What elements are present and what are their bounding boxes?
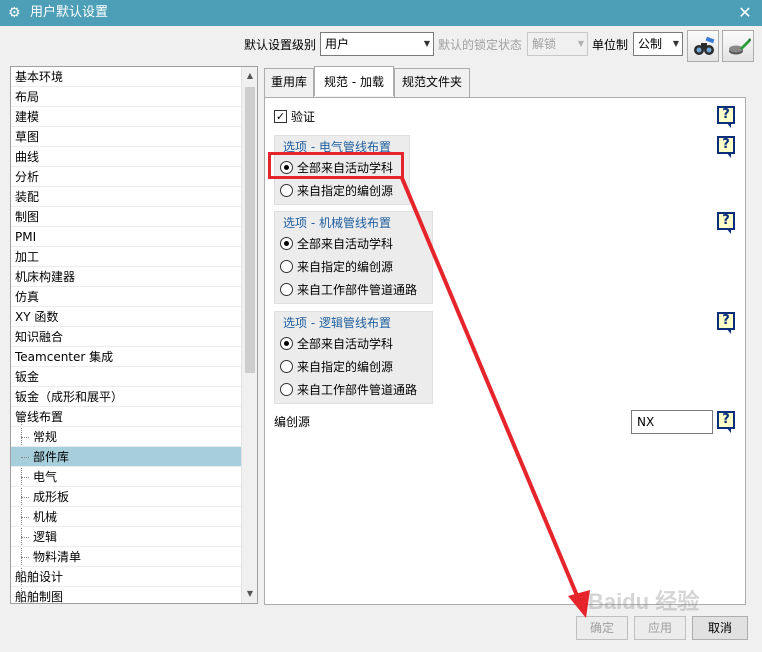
tree-item-sheet-metal[interactable]: 钣金 <box>11 367 241 387</box>
category-tree[interactable]: 基本环境 布局 建模 草图 曲线 分析 装配 制图 PMI 加工 机床构建器 仿… <box>10 66 258 604</box>
radio-button[interactable] <box>280 337 293 350</box>
radio-button[interactable] <box>280 360 293 373</box>
find-button[interactable] <box>687 30 719 62</box>
tree-item-basic-environment[interactable]: 基本环境 <box>11 67 241 87</box>
ok-button[interactable]: 确定 <box>576 616 628 640</box>
tree-item-bom[interactable]: 物料清单 <box>11 547 241 567</box>
tab-spec-folder[interactable]: 规范文件夹 <box>394 68 470 97</box>
tree-item-modeling[interactable]: 建模 <box>11 107 241 127</box>
tree-item-pmi[interactable]: PMI <box>11 227 241 247</box>
units-label: 单位制 <box>592 38 629 52</box>
level-label: 默认设置级别 <box>244 38 317 52</box>
source-input[interactable]: NX <box>631 410 713 434</box>
help-icon[interactable]: ? <box>717 312 737 334</box>
mechanical-options-group: 选项 - 机械管线布置 全部来自活动学科 来自指定的编创源 来自工作部件管道通路 <box>274 211 433 304</box>
apply-button[interactable]: 应用 <box>634 616 686 640</box>
tree-item-simulation[interactable]: 仿真 <box>11 287 241 307</box>
window-title: 用户默认设置 <box>30 5 109 20</box>
tree-item-xy-function[interactable]: XY 函数 <box>11 307 241 327</box>
level-dropdown[interactable]: 用户 ▼ <box>320 32 434 56</box>
group-title: 选项 - 逻辑管线布置 <box>283 316 391 330</box>
group-title: 选项 - 机械管线布置 <box>283 216 391 230</box>
radio-label: 全部来自活动学科 <box>297 337 394 351</box>
tree-item-mechanical[interactable]: 机械 <box>11 507 241 527</box>
electrical-options-group: 选项 - 电气管线布置 全部来自活动学科 来自指定的编创源 <box>274 135 410 205</box>
help-icon[interactable]: ? <box>717 136 737 158</box>
source-label: 编创源 <box>274 415 311 429</box>
tree-item-sketch[interactable]: 草图 <box>11 127 241 147</box>
tree-item-analysis[interactable]: 分析 <box>11 167 241 187</box>
tree-item-logical[interactable]: 逻辑 <box>11 527 241 547</box>
edit-defaults-icon <box>729 38 751 55</box>
radio-button[interactable] <box>280 283 293 296</box>
tab-panel: ✓ 验证 ? 选项 - 电气管线布置 全部来自活动学科 来自指定的编创源 ? 选… <box>264 97 746 605</box>
radio-button[interactable] <box>280 161 293 174</box>
radio-button[interactable] <box>280 383 293 396</box>
tree-item-teamcenter[interactable]: Teamcenter 集成 <box>11 347 241 367</box>
tree-item-assembly[interactable]: 装配 <box>11 187 241 207</box>
radio-label: 来自工作部件管道通路 <box>297 283 418 297</box>
tree-item-routing[interactable]: 管线布置 <box>11 407 241 427</box>
units-dropdown[interactable]: 公制 ▼ <box>633 32 683 56</box>
verify-checkbox[interactable]: ✓ <box>274 110 287 123</box>
help-icon[interactable]: ? <box>717 212 737 234</box>
radio-label: 全部来自活动学科 <box>297 237 394 251</box>
radio-label: 来自工作部件管道通路 <box>297 383 418 397</box>
chevron-down-icon: ▼ <box>577 39 584 48</box>
scroll-down-icon[interactable]: ▼ <box>242 586 257 602</box>
tree-item-layout[interactable]: 布局 <box>11 87 241 107</box>
tree-item-part-library[interactable]: 部件库 <box>11 447 241 467</box>
tree-item-curve[interactable]: 曲线 <box>11 147 241 167</box>
tree-item-electrical[interactable]: 电气 <box>11 467 241 487</box>
chevron-down-icon: ▼ <box>672 39 679 48</box>
radio-button[interactable] <box>280 184 293 197</box>
radio-label: 来自指定的编创源 <box>297 360 394 374</box>
scroll-thumb[interactable] <box>245 87 255 373</box>
scroll-up-icon[interactable]: ▲ <box>242 68 257 84</box>
lock-state-label: 默认的锁定状态 <box>438 38 523 52</box>
radio-label: 来自指定的编创源 <box>297 184 394 198</box>
tab-reuse-library[interactable]: 重用库 <box>264 68 314 97</box>
lock-state-dropdown: 解锁 ▼ <box>527 32 588 56</box>
tab-spec-load[interactable]: 规范 - 加载 <box>314 66 394 96</box>
tree-item-knowledge-fusion[interactable]: 知识融合 <box>11 327 241 347</box>
tree-item-manufacturing[interactable]: 加工 <box>11 247 241 267</box>
chevron-down-icon: ▼ <box>423 39 430 48</box>
tree-item-ship-design[interactable]: 船舶设计 <box>11 567 241 587</box>
binoculars-icon <box>694 36 715 55</box>
tree-item-ship-drafting[interactable]: 船舶制图 <box>11 587 241 603</box>
radio-button[interactable] <box>280 237 293 250</box>
radio-label: 来自指定的编创源 <box>297 260 394 274</box>
cancel-button[interactable]: 取消 <box>692 616 748 640</box>
tree-item-machine-tool-builder[interactable]: 机床构建器 <box>11 267 241 287</box>
verify-label: 验证 <box>291 110 316 124</box>
radio-button[interactable] <box>280 260 293 273</box>
tree-item-general[interactable]: 常规 <box>11 427 241 447</box>
tree-scrollbar[interactable]: ▲ ▼ <box>241 67 257 603</box>
units-value: 公制 <box>638 37 663 51</box>
tree-item-formboard[interactable]: 成形板 <box>11 487 241 507</box>
tree-item-sheet-metal-forming[interactable]: 钣金（成形和展平） <box>11 387 241 407</box>
help-icon[interactable]: ? <box>717 106 737 128</box>
manage-defaults-button[interactable] <box>722 30 754 62</box>
logical-options-group: 选项 - 逻辑管线布置 全部来自活动学科 来自指定的编创源 来自工作部件管道通路 <box>274 311 433 404</box>
tree-item-drafting[interactable]: 制图 <box>11 207 241 227</box>
radio-label: 全部来自活动学科 <box>297 161 394 175</box>
title-bar: ⚙ 用户默认设置 ✕ <box>0 0 762 26</box>
group-title: 选项 - 电气管线布置 <box>283 140 391 154</box>
lock-state-value: 解锁 <box>532 37 557 51</box>
help-icon[interactable]: ? <box>717 411 737 433</box>
settings-gear-icon: ⚙ <box>8 5 21 21</box>
level-value: 用户 <box>325 37 350 51</box>
close-icon[interactable]: ✕ <box>734 2 756 24</box>
